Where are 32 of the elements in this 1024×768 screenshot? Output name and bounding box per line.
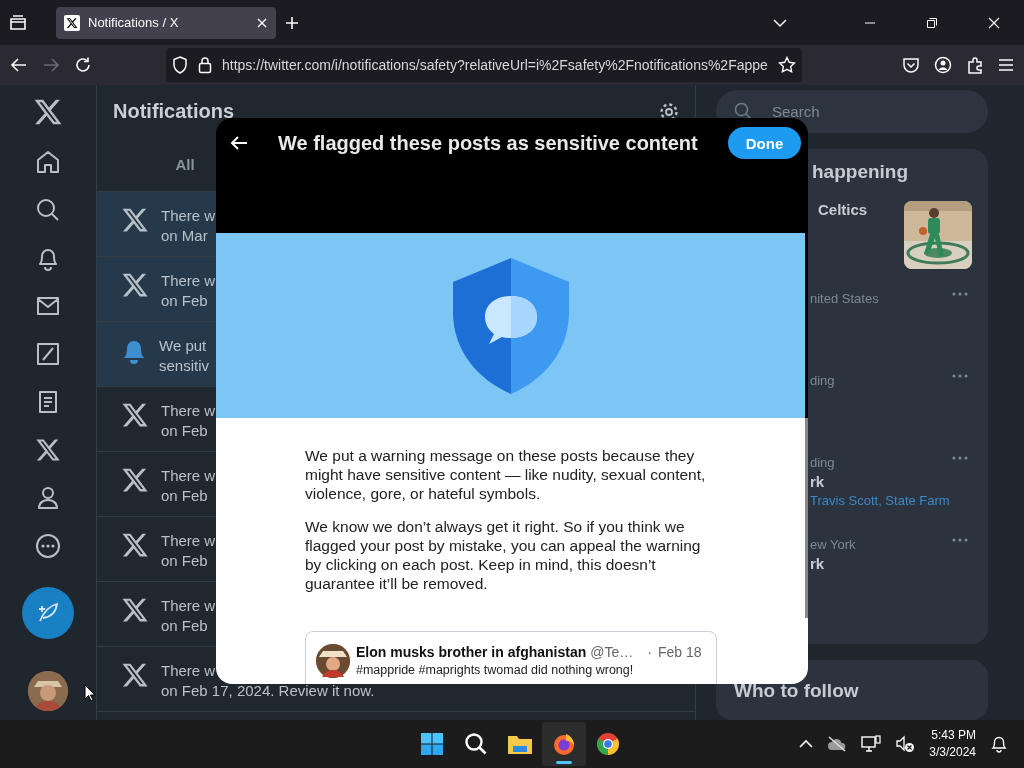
post-date: Feb 18	[657, 644, 702, 660]
notification-text: There w	[161, 271, 216, 291]
trend-context: ding	[810, 455, 836, 470]
post-text: #mappride #maprights twomad did nothing wrong!	[356, 663, 635, 677]
notification-text: There w	[161, 466, 216, 486]
notification-text: on Feb	[161, 291, 208, 311]
dialog-title: We flagged these posts as sensitive content	[278, 131, 698, 155]
author-handle: @Te…	[590, 644, 634, 660]
notification-text: on Mar	[161, 226, 208, 246]
card-title: Who to follow	[734, 680, 859, 701]
notification-text: There w	[161, 596, 216, 616]
separator-dot: ·	[647, 644, 652, 660]
notification-text: sensitiv	[159, 356, 210, 376]
notification-text: We put	[159, 336, 207, 356]
card-title: happening	[811, 161, 910, 184]
page-title: Notifications	[113, 100, 235, 123]
notification-text: on Feb 17, 2024. Review it now.	[161, 681, 375, 701]
notification-text: There w	[161, 206, 216, 226]
body-text: We put a warning message on these posts because they might have sensitive content — like nudity, sexual content, violence, gore, or hateful symbols.	[305, 446, 707, 503]
trend-context: ding	[810, 373, 835, 388]
notification-text: on Feb	[161, 486, 208, 506]
notification-text: There w	[161, 401, 216, 421]
notification-text: on Feb	[161, 616, 208, 636]
trend-context: ew York	[810, 537, 856, 552]
url-text: https://twitter.com/i/notifications/safety?relativeUrl=i%2Fsafety%2Fnotifications%2Fappe	[222, 57, 768, 73]
body-text: We know we don’t always get it right. So if you think we flagged your post by mistake, you can appeal the warning by clicking on each post. Keep in mind, this doesn’t guarantee it’ll be removed.	[305, 517, 702, 593]
notification-text: on Feb	[161, 551, 208, 571]
notification-text: There w	[161, 661, 216, 681]
notification-text: on Feb	[161, 421, 208, 441]
tab-title: Notifications / X	[88, 15, 180, 30]
notification-text: There w	[161, 531, 216, 551]
trend-context: nited States	[810, 291, 879, 306]
